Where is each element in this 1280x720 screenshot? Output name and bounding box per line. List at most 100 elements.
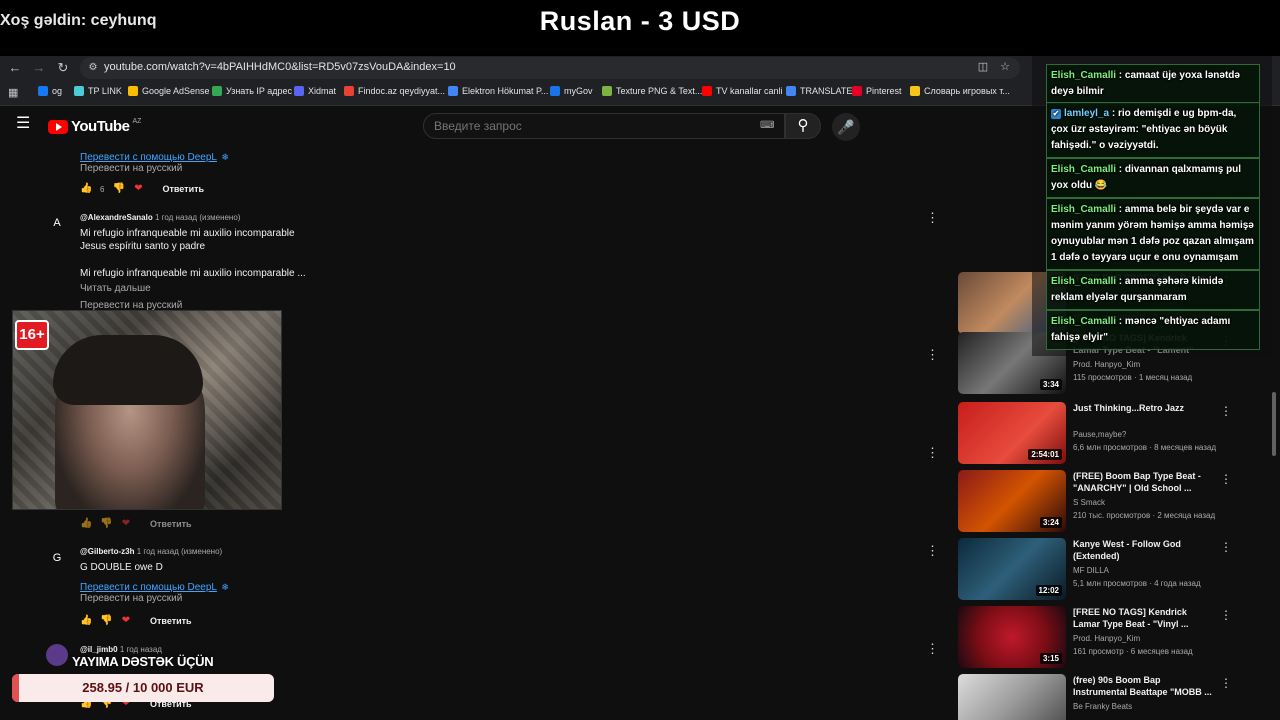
more-options-icon[interactable]: ⋮ <box>1220 404 1232 418</box>
more-options-icon[interactable]: ⋮ <box>926 211 939 225</box>
voice-search-button[interactable]: 🎤 <box>832 113 860 141</box>
comment-header: @Gilberto-z3h 1 год назад (изменено) <box>80 547 222 556</box>
thumbs-up-icon[interactable]: 👍 <box>80 615 92 627</box>
youtube-logo[interactable]: YouTube AZ <box>48 118 141 135</box>
chat-message: Elish_Camalli : amma şəhərə kimidə rekla… <box>1046 270 1260 310</box>
reply-button[interactable]: Ответить <box>150 616 192 626</box>
video-title[interactable]: (free) 90s Boom Bap Instrumental Beattap… <box>1073 674 1213 698</box>
more-options-icon[interactable]: ⋮ <box>926 642 939 656</box>
bookmark-item[interactable]: TV kanallar canli <box>702 86 783 96</box>
thumbs-down-icon[interactable]: 👎 <box>100 615 112 627</box>
chat-username: Elish_Camalli <box>1051 164 1117 175</box>
thumbs-up-icon[interactable]: 👍 <box>80 518 92 530</box>
video-channel[interactable]: MF DILLA <box>1073 566 1109 575</box>
chat-message: Elish_Camalli : məncə "ehtiyac adamı fah… <box>1046 310 1260 350</box>
more-options-icon[interactable]: ⋮ <box>1220 676 1232 690</box>
bookmark-label: Xidmat <box>308 86 337 96</box>
donation-goal-text: 258.95 / 10 000 EUR <box>82 680 204 695</box>
more-options-icon[interactable]: ⋮ <box>926 544 939 558</box>
video-thumbnail[interactable]: 12:02 <box>958 538 1066 600</box>
video-thumbnail[interactable]: 2:54:01 <box>958 402 1066 464</box>
video-channel[interactable]: Prod. Hanpyo_Kim <box>1073 360 1140 369</box>
thumbs-up-icon[interactable]: 👍 <box>80 183 92 195</box>
translate-russian-link[interactable]: Перевести на русский <box>80 163 182 174</box>
streamer-webcam <box>12 310 282 510</box>
chat-username: Elish_Camalli <box>1051 70 1117 81</box>
video-thumbnail[interactable]: 3:15 <box>958 606 1066 668</box>
install-app-icon[interactable]: ◫ <box>976 60 990 74</box>
comment-text: Mi refugio infranqueable mi auxilio inco… <box>80 268 306 279</box>
comment-author[interactable]: @Gilberto-z3h <box>80 547 134 556</box>
bookmark-item[interactable]: Google AdSense <box>128 86 210 96</box>
video-title[interactable]: (FREE) Boom Bap Type Beat - "ANARCHY" | … <box>1073 470 1213 494</box>
thumbs-down-icon[interactable]: 👎 <box>100 518 112 530</box>
search-button[interactable]: ⚲ <box>785 113 821 139</box>
recommended-video[interactable]: 3:15 [FREE NO TAGS] Kendrick Lamar Type B… <box>958 606 1268 670</box>
reply-button[interactable]: Ответить <box>162 184 204 194</box>
video-channel[interactable]: Be Franky Beats <box>1073 702 1132 711</box>
video-meta: 115 просмотров · 1 месяц назад <box>1073 373 1193 382</box>
video-thumbnail[interactable] <box>958 674 1066 720</box>
bookmark-item[interactable]: Findoc.az qeydiyyat... <box>344 86 445 96</box>
bookmark-item[interactable]: myGov <box>550 86 593 96</box>
bookmark-label: TV kanallar canli <box>716 86 783 96</box>
avatar[interactable]: A <box>46 212 68 234</box>
forward-arrow-icon[interactable]: → <box>30 59 48 77</box>
more-options-icon[interactable]: ⋮ <box>1220 472 1232 486</box>
scrollbar-thumb[interactable] <box>1272 392 1276 456</box>
bookmark-item[interactable]: Словарь игровых т... <box>910 86 1010 96</box>
more-options-icon[interactable]: ⋮ <box>1220 540 1232 554</box>
keyboard-icon[interactable]: ⌨ <box>760 121 774 131</box>
video-channel[interactable]: Prod. Hanpyo_Kim <box>1073 634 1140 643</box>
video-channel[interactable]: Pause,maybe? <box>1073 430 1126 439</box>
bookmark-item[interactable]: Elektron Hökumat P... <box>448 86 548 96</box>
comment-author[interactable]: @il_jimb0 <box>80 645 118 654</box>
more-options-icon[interactable]: ⋮ <box>1220 608 1232 622</box>
bookmark-favicon-icon <box>702 86 712 96</box>
reply-button[interactable]: Ответить <box>150 519 192 529</box>
site-info-icon[interactable]: ⚙ <box>86 61 100 75</box>
thumbs-down-icon[interactable]: 👎 <box>112 183 124 195</box>
bookmark-item[interactable]: Узнать IP адрес <box>212 86 292 96</box>
video-channel[interactable]: S Smack <box>1073 498 1105 507</box>
url-text[interactable]: youtube.com/watch?v=4bPAIHHdMC0&list=RD5… <box>104 61 456 73</box>
bookmark-item[interactable]: Texture PNG & Text... <box>602 86 702 96</box>
video-title[interactable]: Just Thinking...Retro Jazz <box>1073 402 1213 414</box>
avatar[interactable]: G <box>46 547 68 569</box>
comment-meta: 1 год назад (изменено) <box>136 547 223 556</box>
comment-author[interactable]: @AlexandreSanalo <box>80 213 153 222</box>
bookmark-favicon-icon <box>344 86 354 96</box>
recommended-video[interactable]: 12:02 Kanye West - Follow God (Extended) M… <box>958 538 1268 602</box>
bookmark-label: Elektron Hökumat P... <box>462 86 549 96</box>
reload-icon[interactable]: ↻ <box>54 59 72 77</box>
bookmark-label: Google AdSense <box>142 86 210 96</box>
bookmark-item[interactable]: TRANSLATE <box>786 86 852 96</box>
bookmark-item[interactable]: og <box>38 86 62 96</box>
recommended-video[interactable]: 2:54:01 Just Thinking...Retro Jazz Pause,m… <box>958 402 1268 466</box>
back-arrow-icon[interactable]: ← <box>6 59 24 77</box>
recommended-video[interactable]: (free) 90s Boom Bap Instrumental Beattap… <box>958 674 1268 720</box>
chat-username: Elish_Camalli <box>1051 204 1117 215</box>
bookmark-item[interactable]: TP LINK <box>74 86 122 96</box>
apps-grid-icon[interactable]: ▦ <box>8 87 20 99</box>
more-options-icon[interactable]: ⋮ <box>926 348 939 362</box>
bookmark-item[interactable]: Xidmat <box>294 86 336 96</box>
menu-icon[interactable]: ☰ <box>16 116 32 132</box>
bookmark-star-icon[interactable]: ☆ <box>998 60 1012 74</box>
video-title[interactable]: [FREE NO TAGS] Kendrick Lamar Type Beat … <box>1073 606 1213 630</box>
more-options-icon[interactable]: ⋮ <box>926 446 939 460</box>
avatar[interactable] <box>46 644 68 666</box>
bookmark-label: Узнать IP адрес <box>226 86 293 96</box>
search-input[interactable] <box>434 119 754 133</box>
bookmark-favicon-icon <box>550 86 560 96</box>
recommended-video[interactable]: 3:24 (FREE) Boom Bap Type Beat - "ANARCHY… <box>958 470 1268 534</box>
heart-icon: ❤ <box>121 518 131 529</box>
video-thumbnail[interactable]: 3:24 <box>958 470 1066 532</box>
address-bar[interactable]: ⚙ youtube.com/watch?v=4bPAIHHdMC0&list=R… <box>80 57 1020 79</box>
video-title[interactable]: Kanye West - Follow God (Extended) <box>1073 538 1213 562</box>
search-icon: ⚲ <box>797 117 809 134</box>
translate-russian-link[interactable]: Перевести на русский <box>80 593 182 604</box>
read-more-link[interactable]: Читать дальше <box>80 283 151 294</box>
bookmark-item[interactable]: Pinterest <box>852 86 902 96</box>
verified-check-icon: ✔ <box>1051 109 1061 119</box>
